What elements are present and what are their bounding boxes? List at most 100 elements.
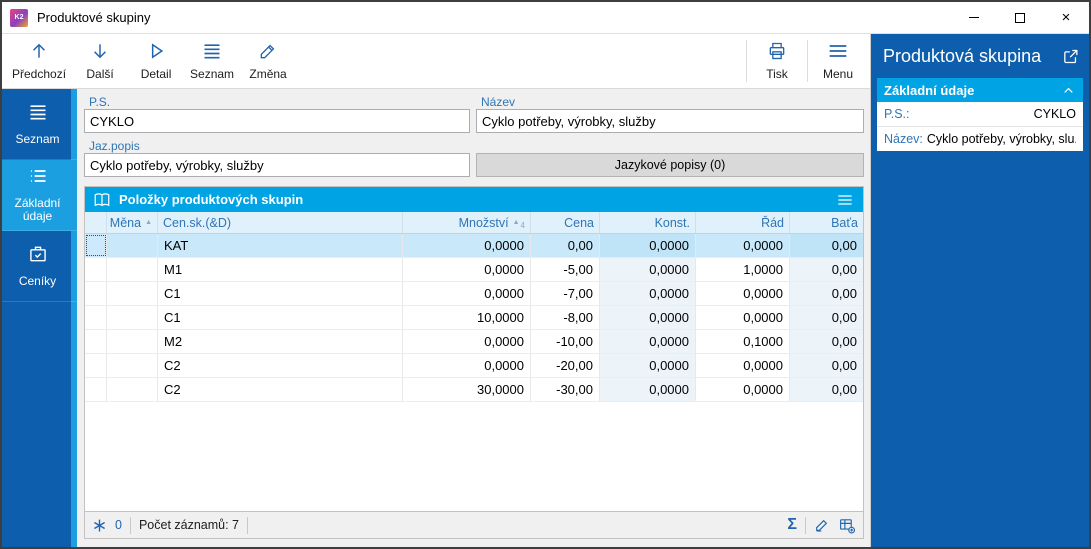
change-button[interactable]: Změna	[240, 36, 296, 86]
jaz-popis-input[interactable]	[84, 153, 470, 177]
nazev-input[interactable]	[476, 109, 864, 133]
arrow-down-icon	[90, 41, 110, 64]
cell-rad: 0,0000	[696, 282, 790, 305]
grid-section-header: Položky produktových skupin	[85, 187, 863, 212]
row-selector-cell[interactable]	[85, 378, 107, 401]
cell-mnozstvi: 0,0000	[403, 234, 531, 257]
cell-rad: 0,0000	[696, 234, 790, 257]
column-header-selector[interactable]	[85, 212, 107, 233]
print-button[interactable]: Tisk	[749, 36, 805, 86]
table-row[interactable]: C1 0,0000 -7,00 0,0000 0,0000 0,00	[85, 282, 863, 306]
cell-rad: 0,0000	[696, 354, 790, 377]
table-row[interactable]: C1 10,0000 -8,00 0,0000 0,0000 0,00	[85, 306, 863, 330]
card-row-nazev: Název: Cyklo potřeby, výrobky, slu...	[877, 127, 1083, 151]
table-row[interactable]: C2 30,0000 -30,00 0,0000 0,0000 0,00	[85, 378, 863, 402]
cell-konst: 0,0000	[600, 282, 696, 305]
flag-count: 0	[115, 518, 122, 532]
detail-button[interactable]: Detail	[128, 36, 184, 86]
cell-bata: 0,00	[790, 282, 863, 305]
card-header[interactable]: Základní údaje	[877, 78, 1083, 102]
list-button[interactable]: Seznam	[184, 36, 240, 86]
minimize-button[interactable]	[951, 2, 997, 33]
cell-mnozstvi: 0,0000	[403, 258, 531, 281]
column-header-rad[interactable]: Řád	[696, 212, 790, 233]
table-row[interactable]: M1 0,0000 -5,00 0,0000 1,0000 0,00	[85, 258, 863, 282]
toolbar-separator	[807, 40, 808, 82]
cell-mena	[107, 282, 158, 305]
edit-pencil-icon[interactable]	[814, 517, 830, 533]
right-panel-title: Produktová skupina	[883, 46, 1042, 66]
book-icon	[92, 191, 112, 209]
table-add-icon[interactable]	[838, 517, 856, 534]
column-header-cena[interactable]: Cena	[531, 212, 600, 233]
row-selector-cell[interactable]	[85, 282, 107, 305]
jazykove-popisy-button[interactable]: Jazykové popisy (0)	[476, 153, 864, 177]
card-value: Cyklo potřeby, výrobky, slu...	[926, 132, 1076, 146]
sort-asc-icon: ▲	[145, 219, 152, 226]
sidebar-item-label: Ceníky	[18, 273, 57, 288]
row-selector-cell[interactable]	[85, 306, 107, 329]
sidebar-item-zakladni-udaje[interactable]: Základní údaje	[2, 160, 77, 231]
menu-button[interactable]: Menu	[810, 36, 866, 86]
open-external-icon[interactable]	[1062, 48, 1079, 65]
close-icon: ×	[1061, 9, 1071, 26]
cell-mena	[107, 354, 158, 377]
column-header-mnozstvi[interactable]: Množství ▲ 4	[403, 212, 531, 233]
row-selector-cell[interactable]	[85, 234, 107, 257]
ps-input[interactable]	[84, 109, 470, 133]
next-label: Další	[86, 67, 114, 81]
cell-cena: -7,00	[531, 282, 600, 305]
grid-menu-icon[interactable]	[834, 192, 856, 208]
column-header-censk[interactable]: Cen.sk.(&D)	[158, 212, 403, 233]
row-selector-cell[interactable]	[85, 258, 107, 281]
cell-konst: 0,0000	[600, 354, 696, 377]
title-bar: K2 Produktové skupiny ×	[2, 2, 1089, 34]
card-label: Název:	[884, 132, 923, 146]
next-button[interactable]: Další	[72, 36, 128, 86]
cell-mnozstvi: 0,0000	[403, 282, 531, 305]
record-count: Počet záznamů: 7	[138, 518, 240, 532]
cell-censk: KAT	[158, 234, 403, 257]
previous-button[interactable]: Předchozí	[6, 36, 72, 86]
cell-mena	[107, 234, 158, 257]
row-selector-cell[interactable]	[85, 354, 107, 377]
window-controls: ×	[951, 2, 1089, 33]
change-label: Změna	[249, 67, 287, 81]
table-row[interactable]: M2 0,0000 -10,00 0,0000 0,1000 0,00	[85, 330, 863, 354]
list-label: Seznam	[190, 67, 235, 81]
menu-lines-icon	[26, 102, 50, 126]
row-selector-cell[interactable]	[85, 330, 107, 353]
cell-rad: 0,1000	[696, 330, 790, 353]
column-header-mena[interactable]: Měna ▲	[107, 212, 158, 233]
table-row[interactable]: KAT 0,0000 0,00 0,0000 0,0000 0,00	[85, 234, 863, 258]
sum-sigma-icon[interactable]: Σ	[787, 516, 797, 534]
cell-bata: 0,00	[790, 234, 863, 257]
sidebar-item-seznam[interactable]: Seznam	[2, 89, 77, 160]
briefcase-check-icon	[27, 244, 49, 268]
card-header-title: Základní údaje	[884, 82, 975, 98]
footer-separator	[247, 516, 249, 534]
cell-mena	[107, 330, 158, 353]
snowflake-icon[interactable]	[92, 518, 107, 533]
sort-priority: 4	[520, 221, 525, 230]
sidebar-item-ceniky[interactable]: Ceníky	[2, 231, 77, 302]
arrow-up-icon	[29, 41, 49, 64]
cell-cena: 0,00	[531, 234, 600, 257]
column-header-bata[interactable]: Baťa	[790, 212, 863, 233]
cell-mnozstvi: 10,0000	[403, 306, 531, 329]
cell-mena	[107, 378, 158, 401]
table-row[interactable]: C2 0,0000 -20,00 0,0000 0,0000 0,00	[85, 354, 863, 378]
detail-label: Detail	[140, 67, 172, 81]
cell-cena: -10,00	[531, 330, 600, 353]
cell-censk: C1	[158, 306, 403, 329]
cell-mena	[107, 306, 158, 329]
column-header-konst[interactable]: Konst.	[600, 212, 696, 233]
cell-mena	[107, 258, 158, 281]
cell-konst: 0,0000	[600, 234, 696, 257]
previous-label: Předchozí	[12, 67, 67, 81]
footer-separator	[805, 516, 806, 534]
maximize-button[interactable]	[997, 2, 1043, 33]
chevron-up-icon[interactable]	[1061, 84, 1076, 97]
cell-cena: -20,00	[531, 354, 600, 377]
close-button[interactable]: ×	[1043, 2, 1089, 33]
